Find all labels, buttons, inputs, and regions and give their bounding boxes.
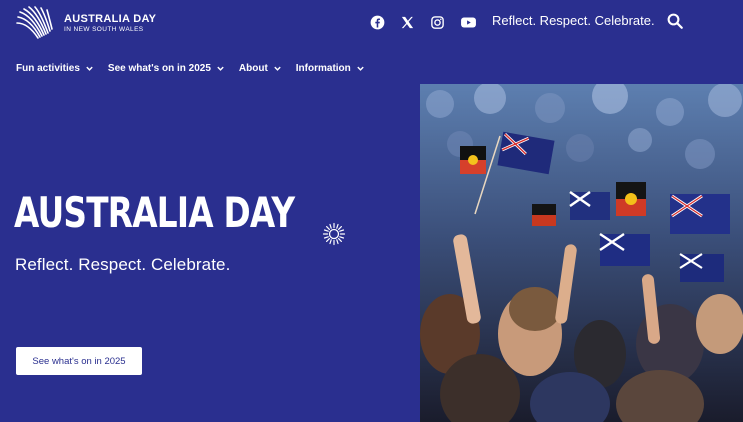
header-tagline: Reflect. Respect. Celebrate. [492,13,655,28]
youtube-icon[interactable] [458,12,478,32]
nav-item-label: Fun activities [16,62,80,74]
x-icon[interactable] [398,12,416,32]
main-nav: Fun activities See what's on in 2025 Abo… [16,61,379,75]
chevron-down-icon [274,66,281,71]
logo-text: AUSTRALIA DAY IN NEW SOUTH WALES [64,14,156,34]
logo-subtitle: IN NEW SOUTH WALES [64,26,144,34]
hero-title: AUSTRALIA DAY [14,188,295,237]
see-whats-on-button[interactable]: See what's on in 2025 [16,347,142,375]
instagram-icon[interactable] [428,12,446,32]
nav-item-see-whats-on[interactable]: See what's on in 2025 [108,63,225,74]
nav-item-label: See what's on in 2025 [107,62,211,74]
hero-subtitle: Reflect. Respect. Celebrate. [15,255,231,274]
chevron-down-icon [357,66,364,71]
logo-title: AUSTRALIA DAY [64,13,157,26]
nav-item-fun-activities[interactable]: Fun activities [16,63,94,74]
chevron-down-icon [217,66,224,71]
hero-photo [420,84,743,422]
chevron-down-icon [86,66,93,71]
nav-item-label: About [238,62,268,74]
nav-item-information[interactable]: Information [296,63,365,74]
logo-sunburst-icon [16,6,53,39]
crowd-flags-image [420,84,743,422]
site-logo[interactable]: AUSTRALIA DAY IN NEW SOUTH WALES [16,6,166,42]
hero-section: AUSTRALIA DAY Reflect. Respect. Celebrat… [0,84,420,422]
sun-icon [322,222,346,246]
site-header: AUSTRALIA DAY IN NEW SOUTH WALES Reflect… [0,0,743,84]
nav-item-label: Information [295,62,351,74]
search-icon[interactable] [666,12,684,30]
facebook-icon[interactable] [368,12,386,32]
nav-item-about[interactable]: About [239,63,282,74]
